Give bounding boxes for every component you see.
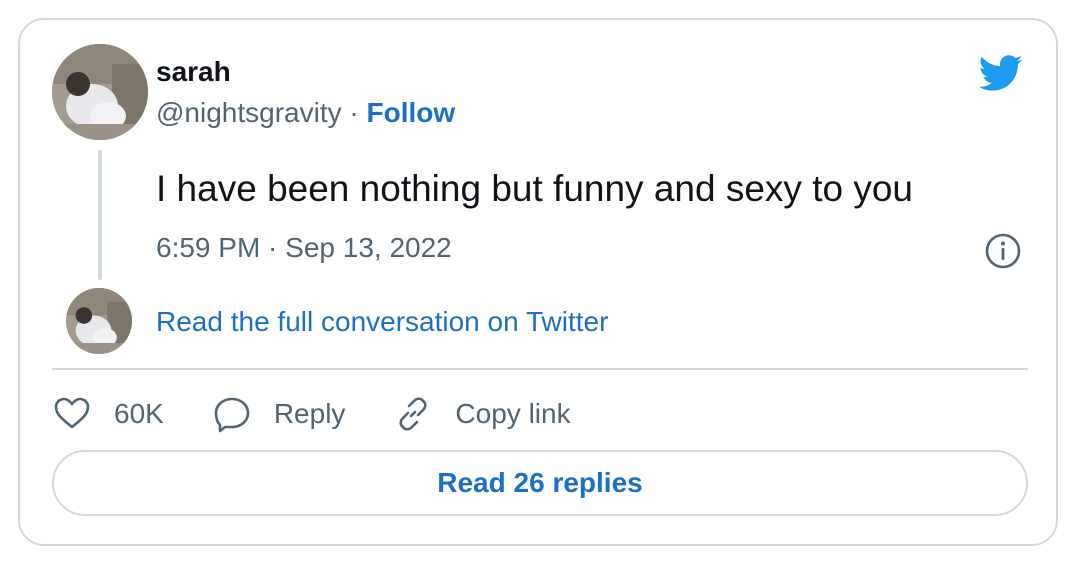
action-bar: 60K Reply Copy link xyxy=(52,392,619,436)
avatar-image xyxy=(52,44,148,140)
tweet-timestamp[interactable]: 6:59 PM · Sep 13, 2022 xyxy=(156,232,452,264)
copy-link-label: Copy link xyxy=(455,398,571,429)
author-display-name[interactable]: sarah xyxy=(156,56,231,88)
tweet-card: sarah @nightsgravity · Follow I have bee… xyxy=(18,18,1058,546)
copy-link-button[interactable]: Copy link xyxy=(393,394,571,434)
follow-link[interactable]: Follow xyxy=(367,97,456,128)
read-full-conversation-link[interactable]: Read the full conversation on Twitter xyxy=(156,306,608,338)
like-button[interactable]: 60K xyxy=(52,394,164,434)
author-handle[interactable]: @nightsgravity xyxy=(156,97,342,128)
twitter-bird-icon[interactable] xyxy=(974,50,1026,96)
reply-bubble-icon xyxy=(214,397,250,433)
handle-separator: · xyxy=(341,97,367,128)
author-avatar[interactable] xyxy=(52,44,148,140)
reply-button[interactable]: Reply xyxy=(212,394,346,434)
read-replies-button[interactable]: Read 26 replies xyxy=(52,450,1028,516)
info-icon[interactable] xyxy=(984,232,1022,270)
read-replies-label: Read 26 replies xyxy=(437,467,643,498)
thread-line xyxy=(98,150,102,280)
heart-icon xyxy=(54,397,90,429)
author-handle-row: @nightsgravity · Follow xyxy=(156,97,455,129)
link-icon xyxy=(399,397,427,431)
reply-label: Reply xyxy=(273,398,346,429)
divider xyxy=(52,368,1028,370)
conversation-avatar[interactable] xyxy=(66,288,132,354)
like-count: 60K xyxy=(114,398,164,429)
avatar-image-small xyxy=(66,288,132,354)
tweet-text: I have been nothing but funny and sexy t… xyxy=(156,168,914,209)
